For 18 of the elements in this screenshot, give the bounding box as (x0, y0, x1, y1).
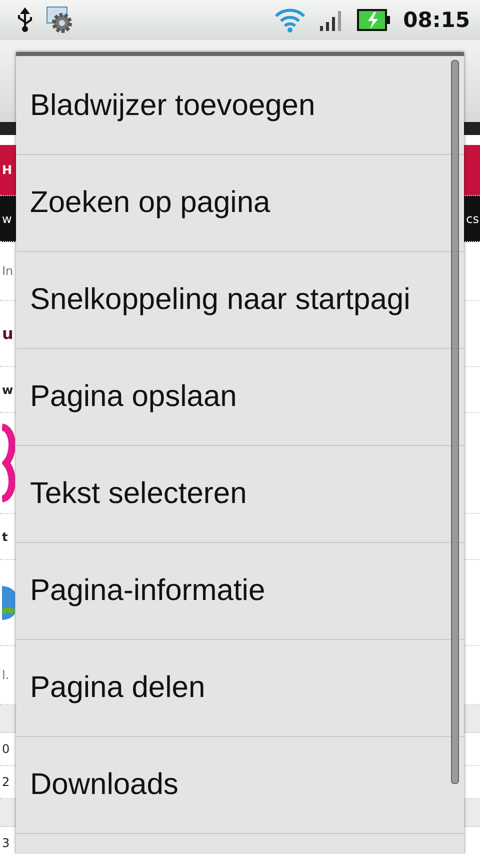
page-text: 2 (2, 775, 10, 789)
usb-icon (16, 7, 34, 33)
page-text: w (2, 212, 12, 226)
scrollbar[interactable] (451, 60, 459, 784)
battery-charging-icon (357, 9, 392, 31)
page-text: In (2, 264, 14, 278)
page-text: u (2, 324, 14, 343)
settings-icon (46, 6, 74, 34)
clock-time: 08:15 (403, 8, 470, 32)
page-text: 3 (2, 836, 10, 850)
page-text: H (2, 163, 12, 177)
page-text: 0 (2, 742, 10, 756)
logo-icon (2, 423, 15, 503)
wifi-icon (273, 7, 308, 33)
page-text: w (2, 382, 14, 396)
page-text: l. (2, 668, 10, 682)
page-text: t (2, 530, 8, 544)
page-text: cs (466, 212, 479, 226)
